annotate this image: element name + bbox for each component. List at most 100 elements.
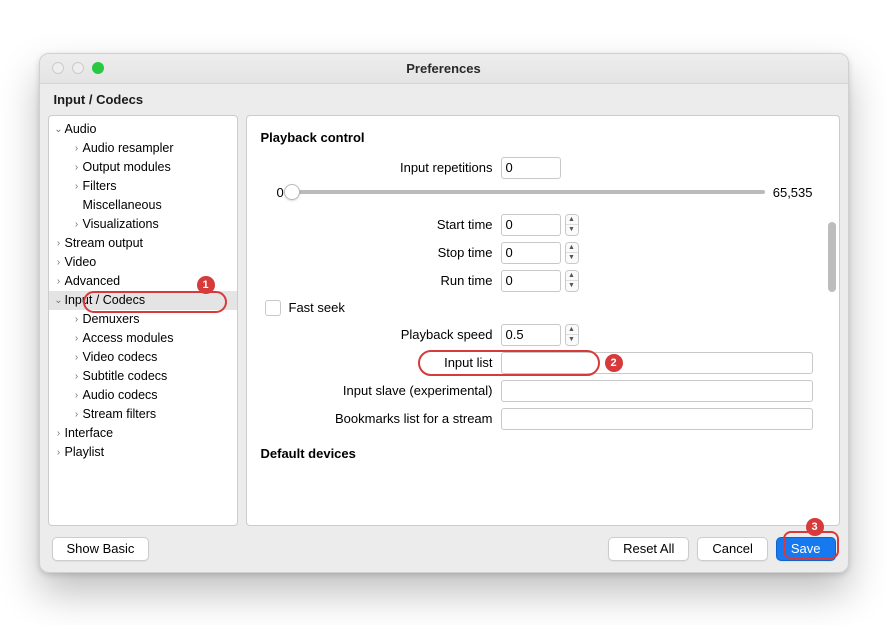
input-repetitions-field[interactable] bbox=[501, 157, 561, 179]
chevron-right-icon: › bbox=[71, 409, 83, 420]
row-stop-time: Stop time ▲▼ bbox=[261, 242, 813, 264]
tree-item-label: Visualizations bbox=[83, 217, 159, 231]
chevron-right-icon: › bbox=[71, 162, 83, 173]
section-title: Input / Codecs bbox=[40, 84, 848, 115]
chevron-right-icon: › bbox=[53, 276, 65, 287]
chevron-up-icon[interactable]: ▲ bbox=[566, 215, 578, 226]
tree-item-label: Subtitle codecs bbox=[83, 369, 168, 383]
group-playback-control: Playback control bbox=[261, 130, 813, 145]
stop-time-field[interactable] bbox=[501, 242, 561, 264]
chevron-right-icon: › bbox=[71, 333, 83, 344]
reset-all-button[interactable]: Reset All bbox=[608, 537, 689, 561]
chevron-right-icon: › bbox=[53, 447, 65, 458]
bookmarks-label: Bookmarks list for a stream bbox=[261, 411, 501, 426]
run-time-field[interactable] bbox=[501, 270, 561, 292]
row-bookmarks: Bookmarks list for a stream bbox=[261, 408, 813, 430]
start-time-field[interactable] bbox=[501, 214, 561, 236]
tree-item-label: Output modules bbox=[83, 160, 171, 174]
chevron-right-icon: › bbox=[71, 371, 83, 382]
tree-item-input-codecs[interactable]: ⌄Input / Codecs bbox=[49, 291, 237, 310]
tree-item-visualizations[interactable]: ›Visualizations bbox=[49, 215, 237, 234]
tree-item-audio[interactable]: ⌄Audio bbox=[49, 120, 237, 139]
tree-item-label: Input / Codecs bbox=[65, 293, 146, 307]
row-input-repetitions: Input repetitions bbox=[261, 157, 813, 179]
row-input-list: Input list bbox=[261, 352, 813, 374]
tree-item-label: Miscellaneous bbox=[83, 198, 162, 212]
stop-time-stepper[interactable]: ▲▼ bbox=[565, 242, 579, 264]
tree-item-label: Interface bbox=[65, 426, 114, 440]
show-basic-button[interactable]: Show Basic bbox=[52, 537, 150, 561]
tree-item-interface[interactable]: ›Interface bbox=[49, 424, 237, 443]
tree-item-label: Audio resampler bbox=[83, 141, 174, 155]
row-run-time: Run time ▲▼ bbox=[261, 270, 813, 292]
run-time-stepper[interactable]: ▲▼ bbox=[565, 270, 579, 292]
start-time-label: Start time bbox=[261, 217, 501, 232]
tree-item-audio-resampler[interactable]: ›Audio resampler bbox=[49, 139, 237, 158]
chevron-down-icon: ⌄ bbox=[53, 124, 65, 135]
tree-item-label: Advanced bbox=[65, 274, 121, 288]
settings-pane: Playback control Input repetitions 0 65,… bbox=[246, 115, 840, 526]
row-input-slave: Input slave (experimental) bbox=[261, 380, 813, 402]
chevron-right-icon: › bbox=[71, 219, 83, 230]
footer: Show Basic Reset All Cancel Save bbox=[40, 526, 848, 572]
chevron-right-icon: › bbox=[71, 352, 83, 363]
tree-item-video[interactable]: ›Video bbox=[49, 253, 237, 272]
tree-item-video-codecs[interactable]: ›Video codecs bbox=[49, 348, 237, 367]
input-list-label: Input list bbox=[261, 355, 501, 370]
fast-seek-checkbox[interactable] bbox=[265, 300, 281, 316]
tree-item-playlist[interactable]: ›Playlist bbox=[49, 443, 237, 462]
chevron-down-icon[interactable]: ▼ bbox=[566, 281, 578, 291]
tree-item-audio-codecs[interactable]: ›Audio codecs bbox=[49, 386, 237, 405]
tree-item-label: Audio codecs bbox=[83, 388, 158, 402]
tree-item-label: Filters bbox=[83, 179, 117, 193]
chevron-down-icon[interactable]: ▼ bbox=[566, 335, 578, 345]
playback-speed-field[interactable] bbox=[501, 324, 561, 346]
titlebar: Preferences bbox=[40, 54, 848, 84]
chevron-up-icon[interactable]: ▲ bbox=[566, 325, 578, 336]
repetitions-slider[interactable] bbox=[292, 190, 765, 194]
slider-min: 0 bbox=[277, 185, 284, 200]
tree-item-label: Demuxers bbox=[83, 312, 140, 326]
bookmarks-field[interactable] bbox=[501, 408, 813, 430]
chevron-down-icon[interactable]: ▼ bbox=[566, 225, 578, 235]
save-button[interactable]: Save bbox=[776, 537, 836, 561]
chevron-up-icon[interactable]: ▲ bbox=[566, 243, 578, 254]
chevron-right-icon: › bbox=[71, 181, 83, 192]
scrollbar-thumb[interactable] bbox=[828, 222, 836, 292]
tree-item-subtitle-codecs[interactable]: ›Subtitle codecs bbox=[49, 367, 237, 386]
row-fast-seek: Fast seek bbox=[261, 300, 813, 316]
tree-item-label: Stream output bbox=[65, 236, 144, 250]
chevron-right-icon: › bbox=[71, 314, 83, 325]
tree-item-miscellaneous[interactable]: Miscellaneous bbox=[49, 196, 237, 215]
tree-item-label: Stream filters bbox=[83, 407, 157, 421]
tree-item-filters[interactable]: ›Filters bbox=[49, 177, 237, 196]
chevron-down-icon[interactable]: ▼ bbox=[566, 253, 578, 263]
row-playback-speed: Playback speed ▲▼ bbox=[261, 324, 813, 346]
content-area: ⌄Audio ›Audio resampler ›Output modules … bbox=[40, 115, 848, 526]
start-time-stepper[interactable]: ▲▼ bbox=[565, 214, 579, 236]
tree-item-label: Video bbox=[65, 255, 97, 269]
settings-scroll[interactable]: Playback control Input repetitions 0 65,… bbox=[247, 116, 827, 525]
row-repetitions-slider: 0 65,535 bbox=[277, 185, 813, 200]
category-tree[interactable]: ⌄Audio ›Audio resampler ›Output modules … bbox=[48, 115, 238, 526]
input-list-field[interactable] bbox=[501, 352, 813, 374]
tree-item-output-modules[interactable]: ›Output modules bbox=[49, 158, 237, 177]
playback-speed-stepper[interactable]: ▲▼ bbox=[565, 324, 579, 346]
input-slave-field[interactable] bbox=[501, 380, 813, 402]
tree-item-advanced[interactable]: ›Advanced bbox=[49, 272, 237, 291]
cancel-button[interactable]: Cancel bbox=[697, 537, 767, 561]
tree-item-stream-output[interactable]: ›Stream output bbox=[49, 234, 237, 253]
chevron-up-icon[interactable]: ▲ bbox=[566, 271, 578, 282]
tree-item-label: Access modules bbox=[83, 331, 174, 345]
tree-item-demuxers[interactable]: ›Demuxers bbox=[49, 310, 237, 329]
chevron-down-icon: ⌄ bbox=[53, 295, 65, 306]
group-default-devices: Default devices bbox=[261, 446, 813, 461]
slider-thumb[interactable] bbox=[284, 184, 300, 200]
playback-speed-label: Playback speed bbox=[261, 327, 501, 342]
tree-item-access-modules[interactable]: ›Access modules bbox=[49, 329, 237, 348]
tree-item-label: Video codecs bbox=[83, 350, 158, 364]
fast-seek-label: Fast seek bbox=[289, 300, 345, 315]
stop-time-label: Stop time bbox=[261, 245, 501, 260]
tree-item-stream-filters[interactable]: ›Stream filters bbox=[49, 405, 237, 424]
pane-scrollbar[interactable] bbox=[827, 122, 837, 519]
